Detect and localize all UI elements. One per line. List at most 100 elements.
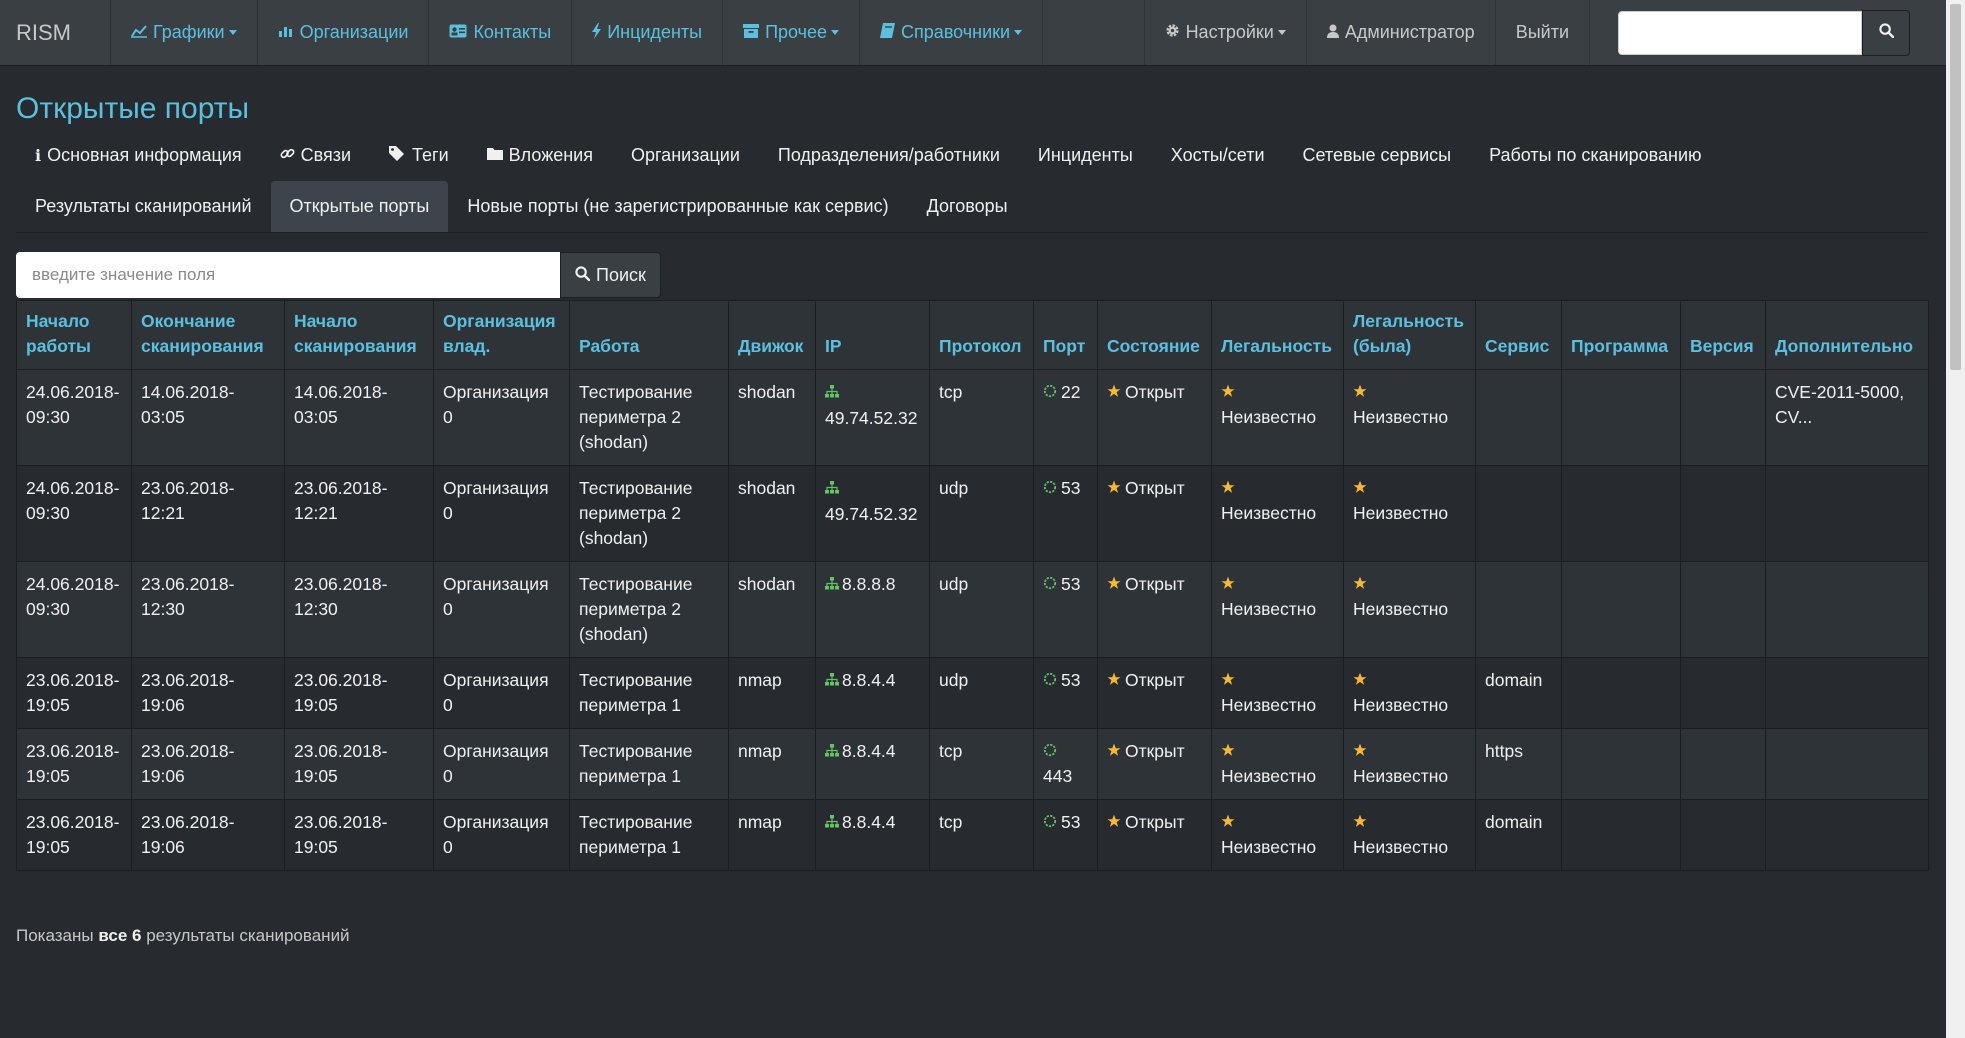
col-header[interactable]: Программа — [1561, 300, 1681, 370]
cell-text: 24.06.2018-09:30 — [26, 382, 120, 427]
star-icon — [1221, 574, 1235, 594]
tab-network-services[interactable]: Сетевые сервисы — [1284, 130, 1471, 181]
cell-text: nmap — [738, 812, 782, 832]
brand-link[interactable]: RISM — [0, 0, 111, 65]
cell-text: 24.06.2018-09:30 — [26, 478, 120, 523]
nav-other[interactable]: Прочее — [723, 0, 861, 65]
sitemap-icon — [825, 577, 839, 593]
table-row[interactable]: 23.06.2018-19:05 23.06.2018-19:06 23.06.20… — [16, 799, 1929, 871]
col-header[interactable]: Протокол — [929, 300, 1034, 370]
cell-text: domain — [1485, 670, 1543, 690]
logout-link[interactable]: Выйти — [1496, 0, 1590, 65]
nav-user-label: Администратор — [1344, 22, 1475, 42]
cell-text: domain — [1485, 812, 1543, 832]
cell-scan_start: 14.06.2018-03:05 — [284, 369, 434, 466]
link-icon — [280, 146, 295, 166]
nav-references[interactable]: Справочники — [860, 0, 1044, 65]
cell-scan_end: 23.06.2018-19:06 — [131, 799, 285, 871]
tab-attachments[interactable]: Вложения — [468, 130, 612, 181]
cell-legal_was: Неизвестно — [1343, 465, 1476, 562]
col-header[interactable]: Легальность (была) — [1343, 300, 1476, 370]
table-row[interactable]: 24.06.2018-09:30 14.06.2018-03:05 14.06.20… — [16, 369, 1929, 466]
cell-legal: Неизвестно — [1211, 369, 1344, 466]
nav-user[interactable]: Администратор — [1307, 0, 1496, 65]
tab-scan-jobs[interactable]: Работы по сканированию — [1470, 130, 1720, 181]
cell-text: 23.06.2018-19:05 — [26, 812, 120, 857]
tab-scan-results[interactable]: Результаты сканирований — [16, 181, 271, 232]
cell-org: Организация 0 — [433, 657, 570, 729]
col-header[interactable]: Дополнительно — [1765, 300, 1929, 370]
col-header[interactable]: Начало работы — [16, 300, 132, 370]
col-header[interactable]: Версия — [1680, 300, 1766, 370]
nav-organizations-label: Организации — [299, 22, 409, 42]
cell-org: Организация 0 — [433, 799, 570, 871]
search-button[interactable]: Поиск — [560, 252, 661, 298]
nav-incidents[interactable]: Инциденты — [572, 0, 724, 65]
col-header[interactable]: Легальность — [1211, 300, 1344, 370]
archive-icon — [743, 23, 760, 42]
cell-text: 8.8.4.4 — [842, 670, 896, 690]
col-header[interactable]: Начало сканирования — [284, 300, 434, 370]
nav-organizations[interactable]: Организации — [258, 0, 430, 65]
cell-start: 24.06.2018-09:30 — [16, 369, 132, 466]
cell-text: 8.8.8.8 — [842, 574, 896, 594]
col-header[interactable]: Движок — [728, 300, 816, 370]
tab-departments[interactable]: Подразделения/работники — [759, 130, 1019, 181]
cell-scan_start: 23.06.2018-19:05 — [284, 657, 434, 729]
table-header-row: Начало работы Окончание сканирования Нач… — [16, 300, 1929, 370]
chevron-down-icon — [228, 30, 237, 35]
tab-main-info[interactable]: i Основная информация — [16, 130, 261, 181]
tab-contracts[interactable]: Договоры — [908, 181, 1027, 232]
cell-engine: nmap — [728, 657, 816, 729]
filter-search: введите значение поля Поиск — [16, 252, 661, 298]
tab-incidents[interactable]: Инциденты — [1019, 130, 1152, 181]
col-header[interactable]: Работа — [569, 300, 729, 370]
table-row[interactable]: 23.06.2018-19:05 23.06.2018-19:06 23.06.20… — [16, 657, 1929, 729]
nav-settings[interactable]: Настройки — [1143, 0, 1307, 65]
tab-new-ports[interactable]: Новые порты (не зарегистрированные как с… — [448, 181, 907, 232]
cell-job: Тестирование периметра 1 — [569, 799, 729, 871]
cell-version — [1680, 657, 1766, 729]
cell-ip: 8.8.4.4 — [815, 728, 930, 800]
page-scrollbar-thumb[interactable] — [1950, 4, 1961, 370]
cell-scan_end: 23.06.2018-12:30 — [131, 561, 285, 658]
col-header[interactable]: Сервис — [1475, 300, 1562, 370]
cell-extra — [1765, 799, 1929, 871]
cell-engine: nmap — [728, 799, 816, 871]
cell-org: Организация 0 — [433, 561, 570, 658]
col-header[interactable]: Состояние — [1097, 300, 1212, 370]
cell-port: 22 — [1033, 369, 1098, 466]
cell-service: domain — [1475, 657, 1562, 729]
table-row[interactable]: 24.06.2018-09:30 23.06.2018-12:30 23.06.20… — [16, 561, 1929, 658]
table-row[interactable]: 23.06.2018-19:05 23.06.2018-19:06 23.06.20… — [16, 728, 1929, 800]
col-header[interactable]: IP — [815, 300, 930, 370]
cell-text: Организация 0 — [443, 741, 549, 786]
cell-legal: Неизвестно — [1211, 465, 1344, 562]
cell-text: 8.8.4.4 — [842, 812, 896, 832]
col-header[interactable]: Организация влад. — [433, 300, 570, 370]
navbar-search-button[interactable] — [1862, 9, 1910, 56]
cell-text: Неизвестно — [1221, 407, 1317, 427]
table-row[interactable]: 24.06.2018-09:30 23.06.2018-12:21 23.06.20… — [16, 465, 1929, 562]
cell-text: 23.06.2018-12:21 — [141, 478, 235, 523]
star-icon — [1107, 574, 1121, 594]
nav-contacts[interactable]: Контакты — [429, 0, 573, 65]
filter-search-input[interactable]: введите значение поля — [16, 252, 560, 298]
cell-job: Тестирование периметра 2 (shodan) — [569, 561, 729, 658]
tab-hosts[interactable]: Хосты/сети — [1152, 130, 1284, 181]
tab-tags[interactable]: Теги — [370, 130, 468, 181]
cell-text: 23.06.2018-19:05 — [26, 670, 120, 715]
tab-links[interactable]: Связи — [261, 130, 370, 181]
cell-text: Открыт — [1125, 574, 1185, 594]
tab-open-ports[interactable]: Открытые порты — [270, 181, 449, 232]
cell-scan_start: 23.06.2018-19:05 — [284, 799, 434, 871]
star-icon — [1221, 670, 1235, 690]
info-icon: i — [35, 146, 42, 165]
col-header[interactable]: Порт — [1033, 300, 1098, 370]
cell-text: nmap — [738, 741, 782, 761]
cell-text: tcp — [939, 812, 963, 832]
col-header[interactable]: Окончание сканирования — [131, 300, 285, 370]
navbar-search-input[interactable] — [1618, 10, 1862, 55]
nav-charts[interactable]: Графики — [111, 0, 258, 65]
tab-organizations[interactable]: Организации — [612, 130, 759, 181]
